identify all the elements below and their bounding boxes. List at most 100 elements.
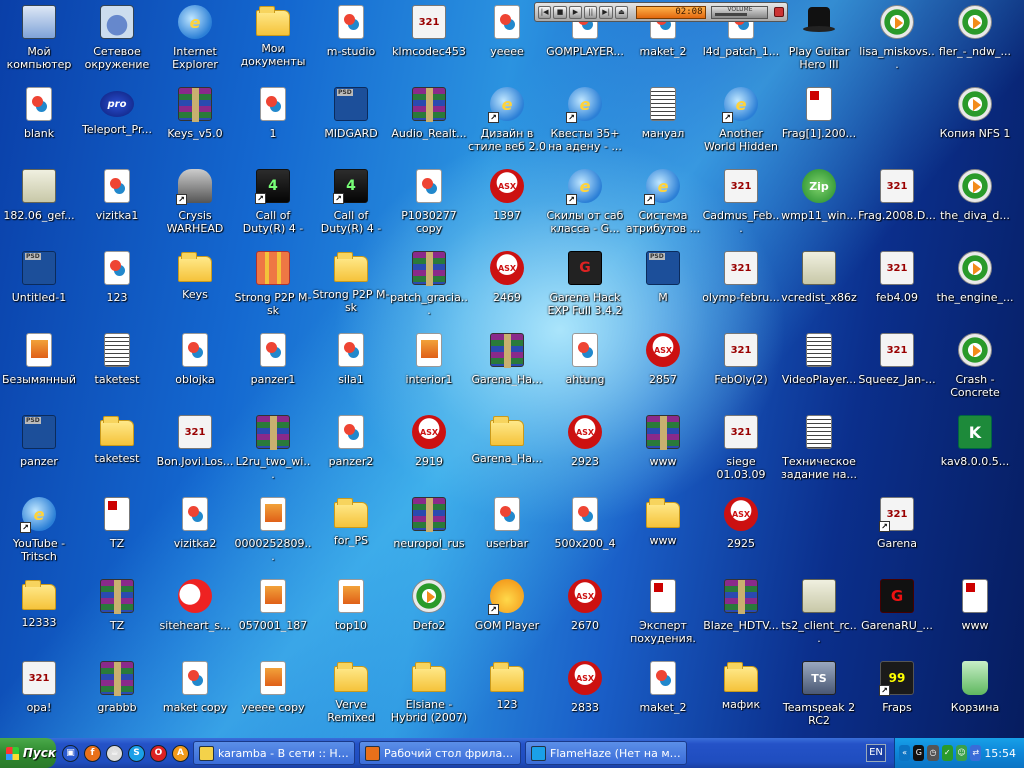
desktop-icon-item[interactable]: Crash - Concrete xyxy=(936,332,1014,412)
desktop-icon-item[interactable]: Strong P2P M-sk xyxy=(234,250,312,330)
desktop-icon-item[interactable]: 321 feb4.09 xyxy=(858,250,936,330)
desktop-icon-item[interactable]: panzer1 xyxy=(234,332,312,412)
desktop-icon-item[interactable]: 321 Frag.2008.D... xyxy=(858,168,936,248)
desktop-icon-item[interactable]: fler_-_ndw_... xyxy=(936,4,1014,84)
cup-icon[interactable]: ☕ xyxy=(106,744,123,762)
prev-button[interactable]: |◀ xyxy=(538,5,552,19)
desktop-icon-item[interactable]: ↗ GOM Player xyxy=(468,578,546,658)
desktop-icon-item[interactable]: blank xyxy=(0,86,78,166)
tray-expand-icon[interactable]: « xyxy=(899,745,911,761)
stop-button[interactable]: ■ xyxy=(553,5,567,19)
users-tray-icon[interactable]: ☺ xyxy=(955,745,968,761)
desktop-icon-item[interactable]: Keys_v5.0 xyxy=(156,86,234,166)
desktop-icon-item[interactable]: e↗ Another World Hidden Trut... xyxy=(702,86,780,166)
desktop-icon-item[interactable]: patch_gracia... xyxy=(390,250,468,330)
desktop-icon-item[interactable]: e↗ YouTube - Tritsch Tratsch xyxy=(0,496,78,576)
clock[interactable]: 15:54 xyxy=(984,747,1016,760)
desktop-icon-item[interactable]: MIDGARD xyxy=(312,86,390,166)
desktop-icon-item[interactable]: Untitled-1 xyxy=(0,250,78,330)
desktop-icon-item[interactable]: ↗ Crysis WARHEAD xyxy=(156,168,234,248)
desktop-icon-item[interactable]: e Internet Explorer xyxy=(156,4,234,84)
desktop-icon-item[interactable]: grabbb xyxy=(78,660,156,740)
desktop-icon-item[interactable]: L2ru_two_wi... xyxy=(234,414,312,494)
desktop-icon-item[interactable]: ASX 2670 xyxy=(546,578,624,658)
desktop-icon-item[interactable]: Keys xyxy=(156,250,234,330)
desktop-icon-item[interactable]: 057001_187 xyxy=(234,578,312,658)
desktop-icon-item[interactable]: Эксперт похудения. xyxy=(624,578,702,658)
desktop-icon-item[interactable]: neuropol_rus xyxy=(390,496,468,576)
language-indicator[interactable]: EN xyxy=(866,744,886,762)
desktop-icon-item[interactable]: sila1 xyxy=(312,332,390,412)
desktop-icon-item[interactable]: 500x200_4 xyxy=(546,496,624,576)
desktop-icon-item[interactable]: vcredist_x86z xyxy=(780,250,858,330)
desktop-icon-item[interactable]: Verve Remixed xyxy=(312,660,390,740)
desktop-icon-item[interactable]: ASX 2857 xyxy=(624,332,702,412)
desktop-icon-item[interactable]: Kkav8.0.0.5... xyxy=(936,414,1014,494)
desktop-icon-item[interactable]: vizitka2 xyxy=(156,496,234,576)
desktop-icon-item[interactable]: 0000252809... xyxy=(234,496,312,576)
shield-tray-icon[interactable]: ✓ xyxy=(941,745,953,761)
desktop-icon-item[interactable]: VideoPlayer... xyxy=(780,332,858,412)
desktop-icon-item[interactable]: 321 opa! xyxy=(0,660,78,740)
desktop-icon-item[interactable]: 321 siege 01.03.09 xyxy=(702,414,780,494)
desktop-icon-item[interactable]: pro Teleport_Pr... xyxy=(78,86,156,166)
desktop-icon-item[interactable]: e ↗ Система атрибутов ... xyxy=(624,168,702,248)
desktop-icon-item[interactable]: 321 klmcodec453 xyxy=(390,4,468,84)
desktop-icon-item[interactable]: siteheart_s... xyxy=(156,578,234,658)
desktop-icon-item[interactable]: ahtung xyxy=(546,332,624,412)
volume-slider[interactable]: VOLUME xyxy=(711,5,769,19)
desktop-icon-item[interactable]: 321 Bon.Jovi.Los... xyxy=(156,414,234,494)
desktop-icon-item[interactable]: ASX 2919 xyxy=(390,414,468,494)
desktop-icon-item[interactable]: Мой компьютер xyxy=(0,4,78,84)
garena-tray-icon[interactable]: G xyxy=(913,745,925,761)
desktop-icon-item[interactable]: 321 Cadmus_Feb... xyxy=(702,168,780,248)
desktop-icon-item[interactable]: panzer xyxy=(0,414,78,494)
firefox-icon[interactable]: f xyxy=(84,744,101,762)
desktop-icon-item[interactable]: www xyxy=(624,496,702,576)
desktop-icon-item[interactable]: Audio_Realt... xyxy=(390,86,468,166)
desktop-icon-item[interactable]: e ↗ Дизайн в стиле веб 2.0 xyxy=(468,86,546,166)
desktop-icon-item[interactable]: 321 ↗ Garena xyxy=(858,496,936,576)
desktop-icon-item[interactable]: for_PS xyxy=(312,496,390,576)
desktop-icon-item[interactable]: Blaze_HDTV... xyxy=(702,578,780,658)
start-button[interactable]: Пуск xyxy=(0,738,56,768)
desktop-icon-item[interactable]: 12333 xyxy=(0,578,78,658)
taskbar-task-button[interactable]: karamba - В сети :: Hot... xyxy=(193,741,355,765)
desktop-icon-item[interactable]: Garena_Ha... xyxy=(468,332,546,412)
desktop-icon-item[interactable]: Defo2 xyxy=(390,578,468,658)
desktop-icon-item[interactable]: мафик xyxy=(702,660,780,740)
taskbar-task-button[interactable]: FlameHaze (Нет на мест... xyxy=(525,741,687,765)
desktop-icon-item[interactable]: ASX 2833 xyxy=(546,660,624,740)
desktop-icon-item[interactable]: Сетевое окружение xyxy=(78,4,156,84)
desktop-icon-item[interactable]: P1030277 copy xyxy=(390,168,468,248)
desktop-icon-item[interactable]: G Garena Hack EXP Full 3.4.2 xyxy=(546,250,624,330)
clock-tray-icon[interactable]: ◷ xyxy=(927,745,939,761)
desktop-icon-item[interactable]: taketest xyxy=(78,332,156,412)
desktop-icon-item[interactable]: Корзина xyxy=(936,660,1014,740)
desktop-icon-item[interactable]: TZ xyxy=(78,496,156,576)
desktop-icon-item[interactable]: G GarenaRU_... xyxy=(858,578,936,658)
desktop-icon-item[interactable]: 321 olymp-febru... xyxy=(702,250,780,330)
desktop-icon-item[interactable]: userbar xyxy=(468,496,546,576)
desktop-icon-item[interactable]: ASX 2469 xyxy=(468,250,546,330)
desktop-icon-item[interactable]: maket_2 xyxy=(624,660,702,740)
desktop-icon-item[interactable]: the_diva_d... xyxy=(936,168,1014,248)
opera-icon[interactable]: O xyxy=(150,744,167,762)
desktop-icon-item[interactable]: www xyxy=(936,578,1014,658)
desktop-icon-item[interactable]: taketest xyxy=(78,414,156,494)
desktop-icon-item[interactable]: 321 Squeez_Jan-... xyxy=(858,332,936,412)
next-button[interactable]: ▶| xyxy=(599,5,613,19)
pause-button[interactable]: || xyxy=(584,5,598,19)
desktop-icon-item[interactable]: 1 xyxy=(234,86,312,166)
desktop-icon-item[interactable]: e ↗ Квесты 35+ на адену - ... xyxy=(546,86,624,166)
desktop-icon-item[interactable]: maket copy xyxy=(156,660,234,740)
avast-icon[interactable]: A xyxy=(172,744,189,762)
eject-button[interactable]: ⏏ xyxy=(614,5,629,19)
desktop-icon-item[interactable]: Zip wmp11_win... xyxy=(780,168,858,248)
desktop-icon-item[interactable]: m-studio xyxy=(312,4,390,84)
desktop-icon-item[interactable]: Копия NFS 1 xyxy=(936,86,1014,166)
desktop-icon-item[interactable]: Безымянный xyxy=(0,332,78,412)
desktop-icon-item[interactable]: Garena_Ha... xyxy=(468,414,546,494)
taskbar-task-button[interactable]: Рабочий стол фрилансе... xyxy=(359,741,521,765)
desktop-icon-item[interactable]: 99 ↗ Fraps xyxy=(858,660,936,740)
